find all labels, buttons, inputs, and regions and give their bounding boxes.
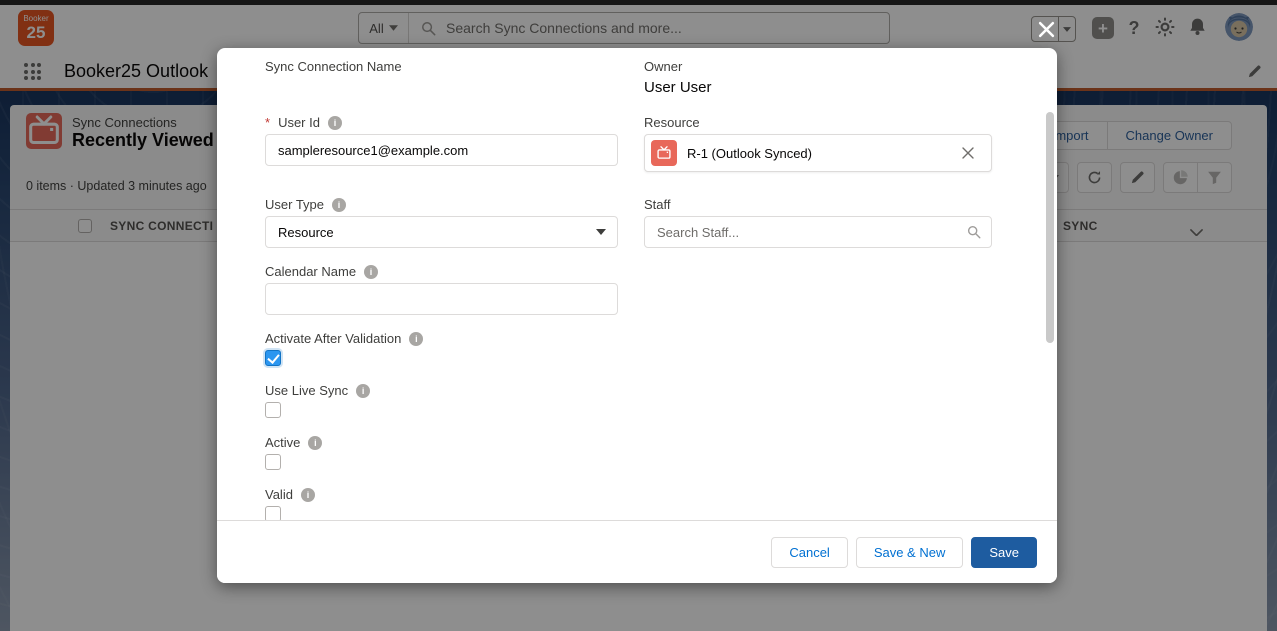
resource-label: Resource bbox=[644, 115, 700, 130]
field-resource: Resource R-1 (Outlook Synced) bbox=[644, 114, 992, 172]
tv-icon bbox=[656, 145, 672, 161]
calendar-name-input[interactable] bbox=[265, 283, 618, 315]
field-activate-after-validation: Activate After Validation i bbox=[265, 330, 618, 366]
field-sync-connection-name: Sync Connection Name bbox=[265, 58, 618, 78]
use-live-sync-info-icon[interactable]: i bbox=[356, 384, 370, 398]
field-active: Active i bbox=[265, 434, 618, 470]
save-and-new-button[interactable]: Save & New bbox=[856, 537, 964, 568]
field-staff: Staff bbox=[644, 196, 992, 248]
modal-scrollbar-thumb[interactable] bbox=[1046, 112, 1054, 343]
field-valid: Valid i bbox=[265, 486, 618, 522]
modal-close-button[interactable] bbox=[1032, 16, 1060, 42]
use-live-sync-label: Use Live Sync bbox=[265, 383, 348, 398]
required-asterisk: * bbox=[265, 115, 270, 130]
user-type-info-icon[interactable]: i bbox=[332, 198, 346, 212]
resource-pill-remove-button[interactable] bbox=[957, 142, 979, 164]
field-calendar-name: Calendar Name i bbox=[265, 263, 618, 315]
active-info-icon[interactable]: i bbox=[308, 436, 322, 450]
calendar-name-label: Calendar Name bbox=[265, 264, 356, 279]
user-id-label: User Id bbox=[278, 115, 320, 130]
user-id-input[interactable] bbox=[265, 134, 618, 166]
valid-label: Valid bbox=[265, 487, 293, 502]
close-icon bbox=[962, 147, 974, 159]
calendar-name-info-icon[interactable]: i bbox=[364, 265, 378, 279]
field-user-type: User Type i bbox=[265, 196, 618, 248]
activate-info-icon[interactable]: i bbox=[409, 332, 423, 346]
field-use-live-sync: Use Live Sync i bbox=[265, 382, 618, 418]
valid-info-icon[interactable]: i bbox=[301, 488, 315, 502]
activate-after-validation-label: Activate After Validation bbox=[265, 331, 401, 346]
sync-connection-name-label: Sync Connection Name bbox=[265, 59, 402, 74]
resource-lookup-pill[interactable]: R-1 (Outlook Synced) bbox=[644, 134, 992, 172]
active-checkbox[interactable] bbox=[265, 454, 281, 470]
owner-label: Owner bbox=[644, 59, 682, 74]
field-user-id: * User Id i bbox=[265, 114, 618, 166]
user-type-label: User Type bbox=[265, 197, 324, 212]
field-owner: Owner User User bbox=[644, 58, 992, 96]
modal-form: Sync Connection Name Owner User User * U… bbox=[265, 58, 992, 522]
modal-footer: Cancel Save & New Save bbox=[217, 520, 1057, 583]
activate-after-validation-checkbox[interactable] bbox=[265, 350, 281, 366]
user-type-select[interactable] bbox=[265, 216, 618, 248]
screen: Booker 25 All + ? bbox=[0, 0, 1277, 631]
staff-label: Staff bbox=[644, 197, 671, 212]
cancel-button[interactable]: Cancel bbox=[771, 537, 847, 568]
save-button[interactable]: Save bbox=[971, 537, 1037, 568]
user-id-info-icon[interactable]: i bbox=[328, 116, 342, 130]
use-live-sync-checkbox[interactable] bbox=[265, 402, 281, 418]
resource-pill-label: R-1 (Outlook Synced) bbox=[687, 146, 812, 161]
resource-pill-entity-icon bbox=[651, 140, 677, 166]
staff-search-input[interactable] bbox=[644, 216, 992, 248]
active-label: Active bbox=[265, 435, 300, 450]
new-sync-connection-modal: Sync Connection Name Owner User User * U… bbox=[217, 48, 1057, 583]
close-icon bbox=[1038, 21, 1055, 38]
owner-value: User User bbox=[644, 79, 992, 96]
